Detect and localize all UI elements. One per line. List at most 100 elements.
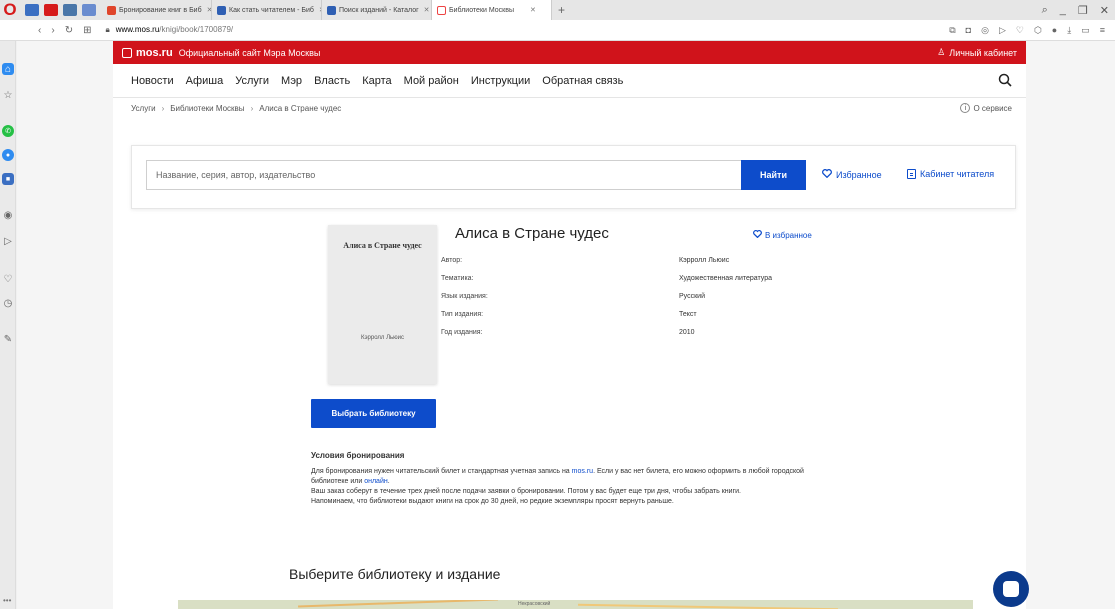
mos-ru-link[interactable]: mos.ru bbox=[572, 468, 593, 475]
search-input[interactable]: Название, серия, автор, издательство bbox=[146, 160, 742, 190]
detail-row: Тематика: Художественная литература bbox=[441, 271, 821, 289]
new-tab-button[interactable]: + bbox=[558, 3, 565, 17]
about-label: О сервисе bbox=[973, 103, 1012, 113]
flow-sidebar-icon[interactable]: ▷ bbox=[2, 235, 14, 247]
tab-favicon-icon bbox=[437, 5, 446, 15]
quick-vk-icon[interactable] bbox=[63, 4, 77, 16]
document-icon bbox=[907, 169, 916, 179]
address-bar: ‹ › ↻ ⊞ 🔒︎ www.mos.ru/knigi/book/1700879/… bbox=[0, 20, 1115, 41]
minimize-button[interactable]: _ bbox=[1060, 4, 1066, 16]
nav-item-news[interactable]: Новости bbox=[131, 75, 174, 87]
breadcrumb: Услуги › Библиотеки Москвы › Алиса в Стр… bbox=[113, 97, 1026, 119]
heart-icon[interactable]: ♡ bbox=[1016, 25, 1024, 36]
online-link[interactable]: онлайн bbox=[364, 478, 388, 485]
chat-icon[interactable]: ■ bbox=[2, 173, 14, 185]
history-icon[interactable]: ◷ bbox=[2, 297, 14, 309]
nav-item-feedback[interactable]: Обратная связь bbox=[542, 75, 623, 87]
mos-header: mos.ru Официальный сайт Мэра Москвы ♙ Ли… bbox=[113, 41, 1026, 64]
browser-tab-strip: O Бронирование книг в Биб ✕ Как стать чи… bbox=[0, 0, 1115, 20]
tab-close-icon[interactable]: ✕ bbox=[424, 6, 430, 14]
reload-icon[interactable]: ↻ bbox=[65, 25, 73, 36]
conditions-paragraph: Напоминаем, что библиотеки выдают книги … bbox=[311, 498, 674, 505]
detail-value: Текст bbox=[679, 311, 697, 318]
library-map[interactable]: Некрасовский bbox=[178, 600, 973, 609]
detail-label: Тип издания: bbox=[441, 311, 484, 318]
book-title: Алиса в Стране чудес bbox=[455, 225, 609, 242]
nav-item-afisha[interactable]: Афиша bbox=[186, 75, 224, 87]
heart-sidebar-icon[interactable]: ♡ bbox=[2, 273, 14, 285]
nav-item-mayor[interactable]: Мэр bbox=[281, 75, 302, 87]
quick-mail-icon[interactable] bbox=[25, 4, 39, 16]
breadcrumb-item-current: Алиса в Стране чудес bbox=[259, 104, 342, 113]
detail-value: Русский bbox=[679, 293, 705, 300]
browser-tab[interactable]: Бронирование книг в Биб ✕ bbox=[102, 0, 212, 20]
tab-label: Как стать читателем - Биб bbox=[229, 6, 314, 14]
quick-bookmark-icon[interactable] bbox=[82, 4, 96, 16]
account-label: Личный кабинет bbox=[949, 47, 1017, 58]
nav-item-services[interactable]: Услуги bbox=[235, 75, 269, 87]
extensions-icon[interactable]: ⬡ bbox=[1034, 25, 1042, 36]
choose-library-button[interactable]: Выбрать библиотеку bbox=[311, 399, 436, 428]
browser-tab-active[interactable]: Библиотеки Москвы ✕ bbox=[432, 0, 552, 20]
conditions-title: Условия бронирования bbox=[311, 451, 405, 460]
search-tabs-icon[interactable]: ⌕ bbox=[1042, 4, 1048, 17]
whatsapp-icon[interactable]: ✆ bbox=[2, 125, 14, 137]
favorites-link[interactable]: Избранное bbox=[822, 169, 882, 180]
browser-tab[interactable]: Поиск изданий - Каталог ✕ bbox=[322, 0, 432, 20]
chat-button[interactable] bbox=[993, 571, 1029, 607]
profile-icon[interactable]: ● bbox=[1052, 25, 1057, 35]
back-icon[interactable]: ‹ bbox=[38, 25, 41, 36]
url-field[interactable]: 🔒︎ www.mos.ru/knigi/book/1700879/ bbox=[105, 25, 233, 35]
conditions-text: . bbox=[387, 478, 390, 485]
page-viewport: mos.ru Официальный сайт Мэра Москвы ♙ Ли… bbox=[17, 41, 1115, 609]
home-icon[interactable]: ⌂ bbox=[2, 63, 14, 75]
heart-icon bbox=[822, 169, 832, 180]
nav-item-instructions[interactable]: Инструкции bbox=[471, 75, 530, 87]
reader-cabinet-label: Кабинет читателя bbox=[920, 169, 995, 179]
add-to-favorites-button[interactable]: В избранное bbox=[753, 230, 812, 240]
conditions-paragraph: Для бронирования нужен читательский биле… bbox=[311, 467, 826, 487]
breadcrumb-item[interactable]: Библиотеки Москвы bbox=[170, 104, 244, 113]
quick-youtube-icon[interactable] bbox=[44, 4, 58, 16]
breadcrumb-chevron-icon: › bbox=[250, 104, 254, 113]
star-icon[interactable]: ☆ bbox=[2, 89, 14, 101]
reader-cabinet-link[interactable]: Кабинет читателя bbox=[907, 169, 994, 179]
url-host: www.mos.ru bbox=[115, 25, 160, 34]
find-button[interactable]: Найти bbox=[741, 160, 806, 190]
browser-sidebar: ⌂ ☆ ✆ ● ■ ◉ ▷ ♡ ◷ ✎ ••• bbox=[0, 41, 16, 609]
nav-item-district[interactable]: Мой район bbox=[404, 75, 459, 87]
url-path: /knigi/book/1700879/ bbox=[159, 25, 234, 34]
site-logo[interactable]: mos.ru bbox=[136, 47, 173, 59]
favorites-label: Избранное bbox=[836, 169, 882, 180]
opera-logo-icon[interactable]: O bbox=[0, 0, 20, 20]
messenger-icon[interactable]: ● bbox=[2, 149, 14, 161]
about-service-link[interactable]: i О сервисе bbox=[960, 103, 1012, 113]
pin-icon[interactable]: ✎ bbox=[2, 333, 14, 345]
breadcrumb-chevron-icon: › bbox=[161, 104, 165, 113]
download-icon[interactable]: ⤓ bbox=[1067, 25, 1071, 36]
battery-icon[interactable]: ▭ bbox=[1081, 25, 1090, 36]
close-window-button[interactable]: ✕ bbox=[1100, 4, 1109, 17]
cover-author: Кэрролл Льюис bbox=[360, 335, 405, 341]
speed-dial-icon[interactable]: ⊞ bbox=[83, 25, 91, 36]
detail-label: Год издания: bbox=[441, 329, 483, 336]
nav-item-map[interactable]: Карта bbox=[362, 75, 391, 87]
nav-item-power[interactable]: Власть bbox=[314, 75, 350, 87]
snapshot-icon[interactable]: ⧉ bbox=[949, 25, 955, 36]
vpn-icon[interactable]: ◎ bbox=[981, 25, 989, 36]
account-link[interactable]: ♙ Личный кабинет bbox=[937, 47, 1017, 58]
tab-label: Бронирование книг в Биб bbox=[119, 6, 202, 14]
map-road bbox=[298, 600, 498, 608]
breadcrumb-item[interactable]: Услуги bbox=[131, 104, 156, 113]
restore-button[interactable]: ❐ bbox=[1078, 4, 1088, 17]
cover-title: Алиса в Стране чудес bbox=[343, 241, 422, 250]
tab-close-icon[interactable]: ✕ bbox=[530, 6, 536, 14]
forward-icon[interactable]: › bbox=[51, 25, 54, 36]
camera-icon[interactable]: ◘ bbox=[966, 25, 971, 35]
browser-tab[interactable]: Как стать читателем - Биб ✕ bbox=[212, 0, 322, 20]
player-icon[interactable]: ◉ bbox=[2, 209, 14, 221]
search-icon[interactable] bbox=[998, 73, 1012, 92]
flow-icon[interactable]: ▷ bbox=[999, 25, 1006, 36]
more-icon[interactable]: ••• bbox=[3, 596, 11, 605]
menu-icon[interactable]: ≡ bbox=[1100, 25, 1105, 35]
